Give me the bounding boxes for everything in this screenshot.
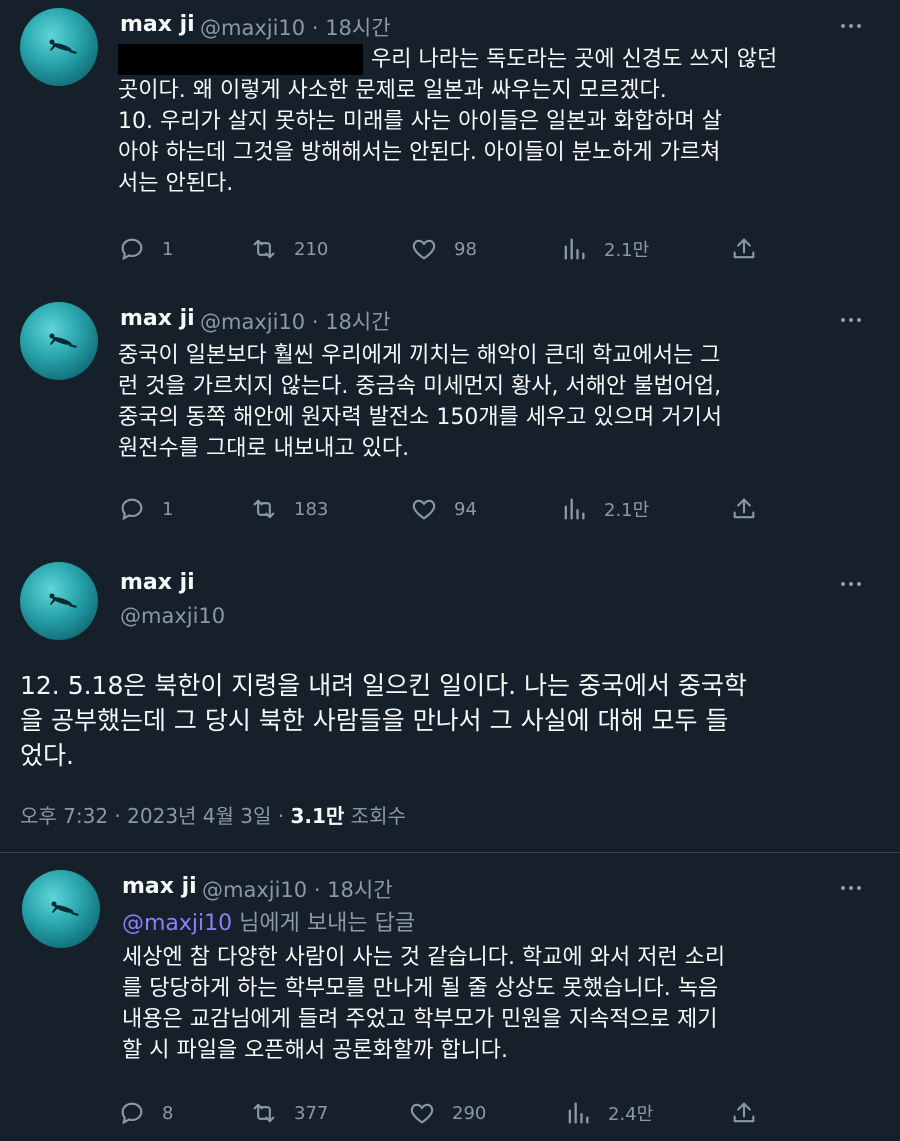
diver-icon xyxy=(46,330,78,350)
retweet-icon xyxy=(250,1099,278,1127)
reply-count: 1 xyxy=(162,238,174,260)
more-icon[interactable] xyxy=(836,574,866,594)
tweet-actions: 8 377 290 2.4만 xyxy=(118,1098,758,1128)
retweet-icon xyxy=(250,235,278,263)
tweet-time[interactable]: · 18시간 xyxy=(314,878,393,902)
like-count: 98 xyxy=(454,238,477,260)
tweet-time[interactable]: · 18시간 xyxy=(312,16,391,40)
author-name[interactable]: max ji xyxy=(120,570,195,595)
reply-count: 8 xyxy=(162,1102,174,1124)
share-button[interactable] xyxy=(730,1098,758,1128)
reply-label: 님에게 보내는 답글 xyxy=(232,911,416,936)
tweet-actions: 1 183 94 2.1만 xyxy=(118,494,758,524)
handle-text: @maxji10 xyxy=(202,878,308,902)
views-icon xyxy=(564,1099,592,1127)
reply-icon xyxy=(118,495,146,523)
divider xyxy=(0,852,900,853)
share-button[interactable] xyxy=(730,494,758,524)
share-icon xyxy=(730,235,758,263)
author-name[interactable]: max ji xyxy=(122,874,197,899)
tweet-time[interactable]: · 18시간 xyxy=(312,310,391,334)
like-icon xyxy=(410,235,438,263)
tweet-actions: 1 210 98 2.1만 xyxy=(118,234,758,264)
retweet-count: 377 xyxy=(294,1102,329,1124)
like-icon xyxy=(408,1099,436,1127)
avatar[interactable] xyxy=(20,302,98,380)
like-button[interactable]: 290 xyxy=(408,1098,486,1128)
like-button[interactable]: 98 xyxy=(410,234,477,264)
avatar[interactable] xyxy=(22,870,100,948)
reply-count: 1 xyxy=(162,498,174,520)
views-count: 3.1만 xyxy=(290,804,345,828)
diver-icon xyxy=(46,590,78,610)
handle-text: @maxji10 xyxy=(200,16,306,40)
tweet-text-rest: 곳이다. 왜 이렇게 사소한 문제로 일본과 싸우는지 모르겠다. 10. 우리… xyxy=(118,78,722,196)
views-icon xyxy=(560,235,588,263)
tweet-text: 우리 나라는 독도라는 곳에 신경도 쓰지 않던 곳이다. 왜 이렇게 사소한 … xyxy=(118,44,878,199)
author-handle[interactable]: @maxji10 xyxy=(120,604,225,628)
reply-icon xyxy=(118,235,146,263)
author-handle[interactable]: @maxji10 · 18시간 xyxy=(202,874,393,904)
more-icon[interactable] xyxy=(836,310,866,330)
more-icon[interactable] xyxy=(836,878,866,898)
reply-button[interactable]: 8 xyxy=(118,1098,173,1128)
like-count: 290 xyxy=(452,1102,487,1124)
reply-icon xyxy=(118,1099,146,1127)
reply-button[interactable]: 1 xyxy=(118,494,173,524)
avatar[interactable] xyxy=(20,562,98,640)
retweet-button[interactable]: 377 xyxy=(250,1098,328,1128)
retweet-icon xyxy=(250,495,278,523)
tweet-text: 중국이 일본보다 훨씬 우리에게 끼치는 해악이 큰데 학교에서는 그 런 것을… xyxy=(118,343,722,461)
views-icon xyxy=(560,495,588,523)
tweet-meta: 오후 7:32 · 2023년 4월 3일 · 3.1만 조회수 xyxy=(20,800,406,829)
author-name[interactable]: max ji xyxy=(120,12,195,37)
like-count: 94 xyxy=(454,498,477,520)
retweet-count: 183 xyxy=(294,498,329,520)
views-button[interactable]: 2.1만 xyxy=(560,234,649,264)
reply-text: 세상엔 참 다양한 사람이 사는 것 같습니다. 학교에 와서 저런 소리 를 … xyxy=(122,945,726,1063)
handle-text: @maxji10 xyxy=(200,310,306,334)
views-count: 2.1만 xyxy=(604,500,650,521)
diver-icon xyxy=(48,898,80,918)
views-button[interactable]: 2.1만 xyxy=(560,494,649,524)
tweet-timestamp[interactable]: 오후 7:32 · 2023년 4월 3일 · xyxy=(20,804,290,828)
retweet-count: 210 xyxy=(294,238,329,260)
like-icon xyxy=(410,495,438,523)
author-handle[interactable]: @maxji10 · 18시간 xyxy=(200,306,391,336)
retweet-button[interactable]: 183 xyxy=(250,494,328,524)
tweet-text-first-line: 우리 나라는 독도라는 곳에 신경도 쓰지 않던 xyxy=(371,47,778,72)
main-tweet-text: 12. 5.18은 북한이 지령을 내려 일으킨 일이다. 나는 중국에서 중국… xyxy=(20,671,747,770)
mention-link[interactable]: @maxji10 xyxy=(122,911,232,936)
more-icon[interactable] xyxy=(836,16,866,36)
share-icon xyxy=(730,495,758,523)
like-button[interactable]: 94 xyxy=(410,494,477,524)
share-icon xyxy=(730,1099,758,1127)
views-label: 조회수 xyxy=(344,804,406,828)
author-handle[interactable]: @maxji10 · 18시간 xyxy=(200,12,391,42)
retweet-button[interactable]: 210 xyxy=(250,234,328,264)
avatar[interactable] xyxy=(20,8,98,86)
redaction-box xyxy=(118,44,363,75)
views-count: 2.1만 xyxy=(604,240,650,261)
diver-icon xyxy=(46,36,78,56)
views-count: 2.4만 xyxy=(608,1104,654,1125)
reply-button[interactable]: 1 xyxy=(118,234,173,264)
author-name[interactable]: max ji xyxy=(120,306,195,331)
share-button[interactable] xyxy=(730,234,758,264)
reply-context: @maxji10 님에게 보내는 답글 xyxy=(122,908,882,939)
views-button[interactable]: 2.4만 xyxy=(564,1098,653,1128)
